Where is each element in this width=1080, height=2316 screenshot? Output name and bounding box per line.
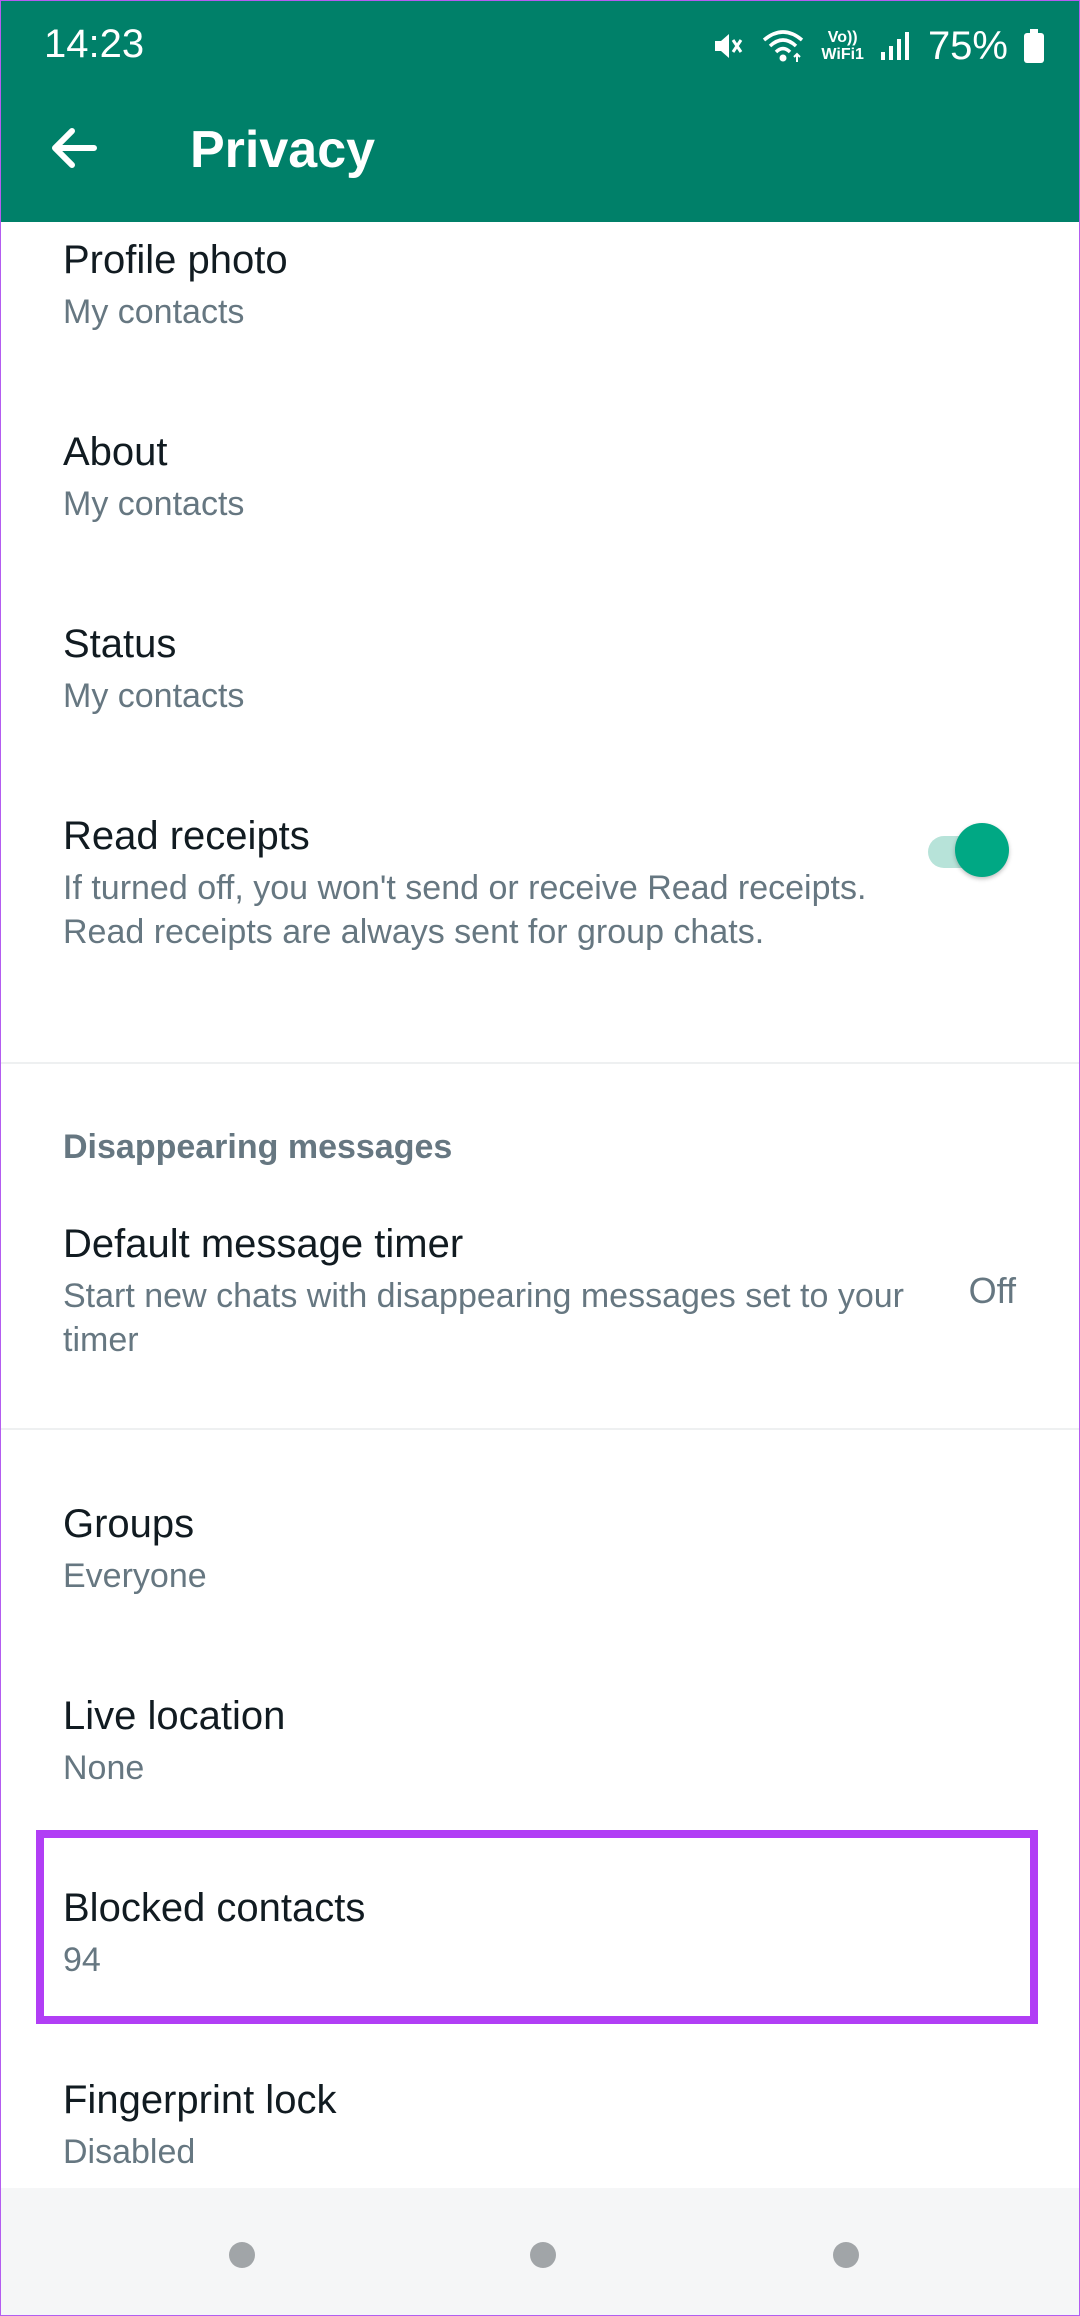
setting-value: Everyone <box>63 1557 207 1595</box>
fingerprint-lock-setting[interactable]: Fingerprint lock Disabled <box>63 2076 1020 2174</box>
setting-title: Profile photo <box>63 238 288 282</box>
live-location-setting[interactable]: Live location None <box>63 1692 1020 1790</box>
signal-icon <box>880 30 912 62</box>
status-time: 14:23 <box>44 22 145 66</box>
status-icons: Vo)) WiFi1 75% <box>709 18 1044 74</box>
wifi-icon <box>761 28 805 64</box>
read-receipts-setting[interactable]: Read receipts If turned off, you won't s… <box>63 812 880 954</box>
read-receipts-toggle[interactable] <box>924 820 1010 880</box>
app-bar: 14:23 Vo)) WiFi1 75% Privacy <box>0 0 1080 222</box>
toggle-thumb <box>955 823 1009 877</box>
setting-title: Read receipts <box>63 814 310 858</box>
highlight-box <box>36 1830 1038 2024</box>
volte-wifi-icon: Vo)) WiFi1 <box>821 29 864 63</box>
setting-title: Groups <box>63 1502 195 1546</box>
setting-title: Fingerprint lock <box>63 2078 337 2122</box>
about-setting[interactable]: About My contacts <box>63 428 1020 526</box>
groups-setting[interactable]: Groups Everyone <box>63 1500 1020 1598</box>
setting-value: Disabled <box>63 2133 196 2171</box>
mute-icon <box>709 28 745 64</box>
setting-description: Start new chats with disappearing messag… <box>63 1277 904 1359</box>
setting-title: Live location <box>63 1694 286 1738</box>
status-setting[interactable]: Status My contacts <box>63 620 1020 718</box>
setting-value: My contacts <box>63 677 245 715</box>
recents-button[interactable] <box>229 2242 255 2268</box>
setting-value: My contacts <box>63 293 245 331</box>
back-arrow-icon[interactable] <box>44 118 104 178</box>
home-button[interactable] <box>530 2242 556 2268</box>
setting-title: Default message timer <box>63 1222 464 1266</box>
setting-value: My contacts <box>63 485 245 523</box>
divider <box>0 1428 1080 1430</box>
page-title: Privacy <box>190 121 376 179</box>
setting-title: About <box>63 430 168 474</box>
back-nav-button[interactable] <box>833 2242 859 2268</box>
section-header-disappearing: Disappearing messages <box>63 1128 453 1166</box>
divider <box>0 1062 1080 1064</box>
setting-title: Status <box>63 622 177 666</box>
timer-value: Off <box>968 1270 1016 1311</box>
setting-value: None <box>63 1749 145 1787</box>
volte-label: Vo)) <box>827 29 858 46</box>
default-message-timer-setting[interactable]: Default message timer Start new chats wi… <box>63 1220 920 1362</box>
profile-photo-setting[interactable]: Profile photo My contacts <box>63 236 1020 334</box>
wifi-calling-label: WiFi1 <box>821 46 864 63</box>
setting-description: If turned off, you won't send or receive… <box>63 869 867 951</box>
battery-icon <box>1024 29 1044 63</box>
battery-percentage: 75% <box>927 23 1008 68</box>
system-nav-bar <box>0 2188 1080 2316</box>
